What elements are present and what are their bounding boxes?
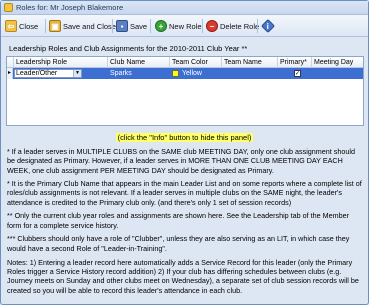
toolbar-separator [202,19,203,33]
window-title: Roles for: Mr Joseph Blakemore [16,3,124,12]
toolbar-separator [112,19,113,33]
save-close-icon: ▣ [49,20,61,32]
team-color-cell[interactable]: Yellow [170,68,222,79]
note-current-year: ** Only the current club year roles and … [7,211,349,230]
delete-role-label: Delete Role [220,21,260,31]
column-header-team-name[interactable]: Team Name [222,57,278,68]
close-folder-icon: ⇦ [5,20,17,32]
title-bar: Roles for: Mr Joseph Blakemore [1,1,368,15]
close-label: Close [19,21,39,31]
info-hint-text: (click the "Info" button to hide this pa… [115,133,254,142]
app-icon [4,3,13,12]
table-row[interactable]: Leader/Other ▼ Sparks Yellow ✓ [7,68,363,79]
minus-icon: − [206,20,218,32]
column-header-primary[interactable]: Primary* [278,57,312,68]
team-name-cell[interactable] [222,68,278,79]
note-primary: * If a leader serves in MULTIPLE CLUBS o… [7,147,355,175]
note-primary-club: * It is the Primary Club Name that appea… [7,179,362,207]
team-color-value: Yellow [182,70,202,77]
grid-header: Leadership Role Club Name Team Color Tea… [7,57,363,68]
club-cell[interactable]: Sparks [108,68,170,79]
role-select[interactable]: Leader/Other ▼ [14,69,82,78]
info-icon: i [260,18,276,34]
close-button[interactable]: ⇦ Close [5,18,38,34]
new-role-label: New Role [169,21,202,31]
info-button[interactable]: i [260,18,276,34]
column-header-meeting-day[interactable]: Meeting Day [312,57,363,68]
note-clubbers: *** Clubbers should only have a role of … [7,234,350,253]
row-pointer-icon: ▸ [7,68,13,79]
row-selector-header [7,57,14,68]
primary-cell[interactable]: ✓ [278,68,312,79]
notes-panel: * If a leader serves in MULTIPLE CLUBS o… [7,147,363,299]
column-header-role[interactable]: Leadership Role [14,57,108,68]
role-value: Leader/Other [16,70,58,77]
toolbar-separator [45,19,46,33]
plus-icon: + [155,20,167,32]
primary-checkbox[interactable]: ✓ [294,70,301,77]
save-label: Save [130,21,148,31]
save-and-close-button[interactable]: ▣ Save and Close [49,18,116,34]
chevron-down-icon[interactable]: ▼ [73,70,81,77]
new-role-button[interactable]: + New Role [155,18,202,34]
meeting-day-cell[interactable] [312,68,363,79]
column-header-club[interactable]: Club Name [108,57,170,68]
roles-window: Roles for: Mr Joseph Blakemore ⇦ Close ▣… [0,0,369,305]
color-swatch [172,70,179,77]
save-button[interactable]: ▪ Save [116,18,147,34]
toolbar: ⇦ Close ▣ Save and Close ▪ Save + New Ro… [1,15,368,37]
floppy-disk-icon: ▪ [116,20,128,32]
delete-role-button[interactable]: − Delete Role [206,18,259,34]
hide-info-hint: (click the "Info" button to hide this pa… [1,133,368,142]
column-header-team-color[interactable]: Team Color [170,57,222,68]
toolbar-separator [257,19,258,33]
save-close-label: Save and Close [63,21,116,31]
toolbar-separator [150,19,151,33]
roles-grid: Leadership Role Club Name Team Color Tea… [6,56,364,126]
note-service-record: Notes: 1) Entering a leader record here … [7,257,359,295]
section-heading: Leadership Roles and Club Assignments fo… [9,44,248,53]
